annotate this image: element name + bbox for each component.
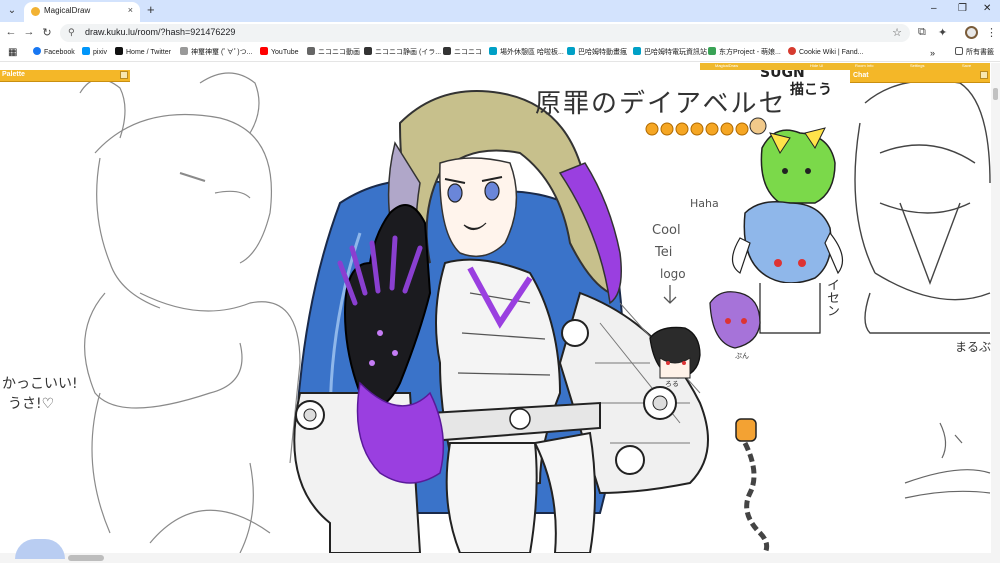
close-window-button[interactable]: ✕ — [983, 3, 991, 14]
bookmark-bahamut-gnn[interactable]: 巴哈姆特電玩資訊站 — [633, 47, 707, 59]
extension-icon[interactable]: ⧉ — [918, 26, 926, 39]
bookmark-pixiv[interactable]: pixiv — [82, 47, 107, 59]
bookmarks-bar: ▦ Facebook pixiv Home / Twitter 神璽神璽 (ﾟ∀… — [0, 44, 1000, 62]
navigation-bar: ← → ↻ ⚲ draw.kuku.lu/room/?hash=92147622… — [0, 22, 1000, 44]
horizontal-scroll-thumb[interactable] — [68, 555, 104, 561]
new-tab-button[interactable]: + — [147, 2, 155, 17]
artwork-green-character — [760, 127, 836, 204]
sketch-bunny-girl — [79, 72, 301, 553]
profile-avatar[interactable] — [965, 26, 978, 39]
strip-item-hide-ui[interactable]: Hide UI — [810, 63, 823, 68]
vertical-scrollbar[interactable] — [991, 63, 1000, 553]
palette-label: Palette — [2, 71, 25, 78]
right-edge-handwriting: まるぶ — [955, 340, 992, 354]
bookmark-twitter[interactable]: Home / Twitter — [115, 47, 171, 59]
chat-label: Chat — [853, 72, 869, 79]
extensions-puzzle-icon[interactable]: ✦ — [938, 26, 947, 39]
tab-close-icon[interactable]: × — [128, 5, 133, 15]
menu-kebab-icon[interactable]: ⋮ — [986, 26, 997, 39]
arrow-doodle — [663, 285, 677, 304]
bookmark-bahamut-forum[interactable]: 場外休憩區 哈啦板... — [489, 47, 564, 59]
strip-item-settings[interactable]: Settings — [910, 63, 924, 68]
niconico-icon — [364, 47, 372, 55]
left-note-line2: うさ!♡ — [8, 396, 55, 412]
maximize-button[interactable]: ❐ — [958, 3, 967, 14]
folder-icon — [955, 47, 963, 55]
drawing-canvas-area[interactable]: 原罪のデイアベルセ SUGN 描こう Haha Cool Tei logo イセ… — [0, 63, 1000, 563]
url-text[interactable]: draw.kuku.lu/room/?hash=921476229 — [85, 27, 235, 37]
cool-handwriting: Cool — [652, 223, 681, 238]
left-note-line1: かっこいい! — [2, 376, 78, 392]
forward-button[interactable]: → — [22, 26, 36, 38]
niconico-icon — [307, 47, 315, 55]
address-bar[interactable]: ⚲ draw.kuku.lu/room/?hash=921476229 ☆ — [60, 24, 910, 42]
site-info-icon[interactable]: ⚲ — [68, 27, 75, 38]
bahamut-icon — [633, 47, 641, 55]
bookmark-bahamut-anime[interactable]: 巴哈姆特動畫瘋 — [567, 47, 627, 59]
shared-canvas[interactable] — [0, 63, 991, 553]
tei-handwriting: Tei — [655, 245, 673, 260]
x-icon — [115, 47, 123, 55]
tab-title: MagicalDraw — [44, 6, 91, 15]
facebook-icon — [33, 47, 41, 55]
logo-handwriting: logo — [660, 267, 686, 281]
pixiv-icon — [82, 47, 90, 55]
bookmark-touhou[interactable]: 东方Project - 萌娘... — [708, 47, 781, 59]
strip-item-save[interactable]: Save — [962, 63, 971, 68]
bahamut-icon — [489, 47, 497, 55]
bookmark-niconico-seiga[interactable]: ニコニコ静画 (イラ... — [364, 47, 441, 59]
tab-magicaldraw[interactable]: MagicalDraw × — [24, 2, 140, 22]
all-bookmarks-button[interactable]: 所有書籤 — [955, 47, 994, 59]
chat-panel-header[interactable]: Chat — [850, 70, 990, 83]
bookmarks-overflow-button[interactable]: » — [930, 47, 935, 59]
reload-button[interactable]: ↻ — [40, 26, 54, 39]
star-row — [645, 117, 767, 136]
tab-search-icon[interactable]: ⌄ — [4, 3, 20, 19]
sketch-right-doodles — [904, 422, 991, 499]
sketch-hooded-figure — [854, 79, 991, 334]
niconico-icon — [443, 47, 451, 55]
small-note-label: ろる — [665, 380, 679, 388]
cookie-icon — [788, 47, 796, 55]
bookmark-youtube[interactable]: YouTube — [260, 47, 299, 59]
palette-toggle-button[interactable] — [120, 71, 128, 79]
bookmark-shinji[interactable]: 神璽神璽 (ﾟ∀ﾟ)つ... — [180, 47, 252, 59]
tab-strip: ⌄ MagicalDraw × + – ❐ ✕ — [0, 0, 1000, 22]
favicon-icon — [31, 7, 40, 16]
palette-panel-header[interactable]: Palette — [0, 70, 130, 82]
artwork-main-character — [293, 90, 770, 553]
artwork-purple-character — [709, 291, 761, 349]
bookmark-star-icon[interactable]: ☆ — [892, 26, 902, 39]
niconico-icon — [180, 47, 188, 55]
back-button[interactable]: ← — [4, 26, 18, 38]
haha-handwriting: Haha — [690, 197, 719, 210]
bookmark-nicovideo[interactable]: ニコニコ動画 — [307, 47, 360, 59]
small-name-label: ぷん — [735, 352, 749, 360]
chat-toggle-button[interactable] — [980, 71, 988, 79]
sign-sub-handwriting: 描こう — [790, 82, 832, 98]
touhou-icon — [708, 47, 716, 55]
youtube-icon — [260, 47, 268, 55]
horizontal-scrollbar[interactable] — [0, 553, 1000, 563]
app-top-strip: MagicalDraw Hide UI Room Info Settings S… — [700, 63, 990, 70]
strip-item-magicaldraw[interactable]: MagicalDraw — [715, 63, 738, 68]
bookmark-niconico[interactable]: ニコニコ — [443, 47, 482, 59]
side-jp-handwriting: イセン — [824, 278, 839, 317]
strip-item-room-info[interactable]: Room Info — [855, 63, 873, 68]
title-handwriting: 原罪のデイアベルセ — [535, 89, 787, 119]
bookmark-facebook[interactable]: Facebook — [33, 47, 75, 59]
apps-grid-icon[interactable]: ▦ — [8, 47, 17, 59]
bookmark-cookie-wiki[interactable]: Cookie Wiki | Fand... — [788, 47, 863, 59]
vertical-scroll-thumb[interactable] — [993, 88, 998, 100]
minimize-button[interactable]: – — [931, 3, 937, 14]
bahamut-icon — [567, 47, 575, 55]
